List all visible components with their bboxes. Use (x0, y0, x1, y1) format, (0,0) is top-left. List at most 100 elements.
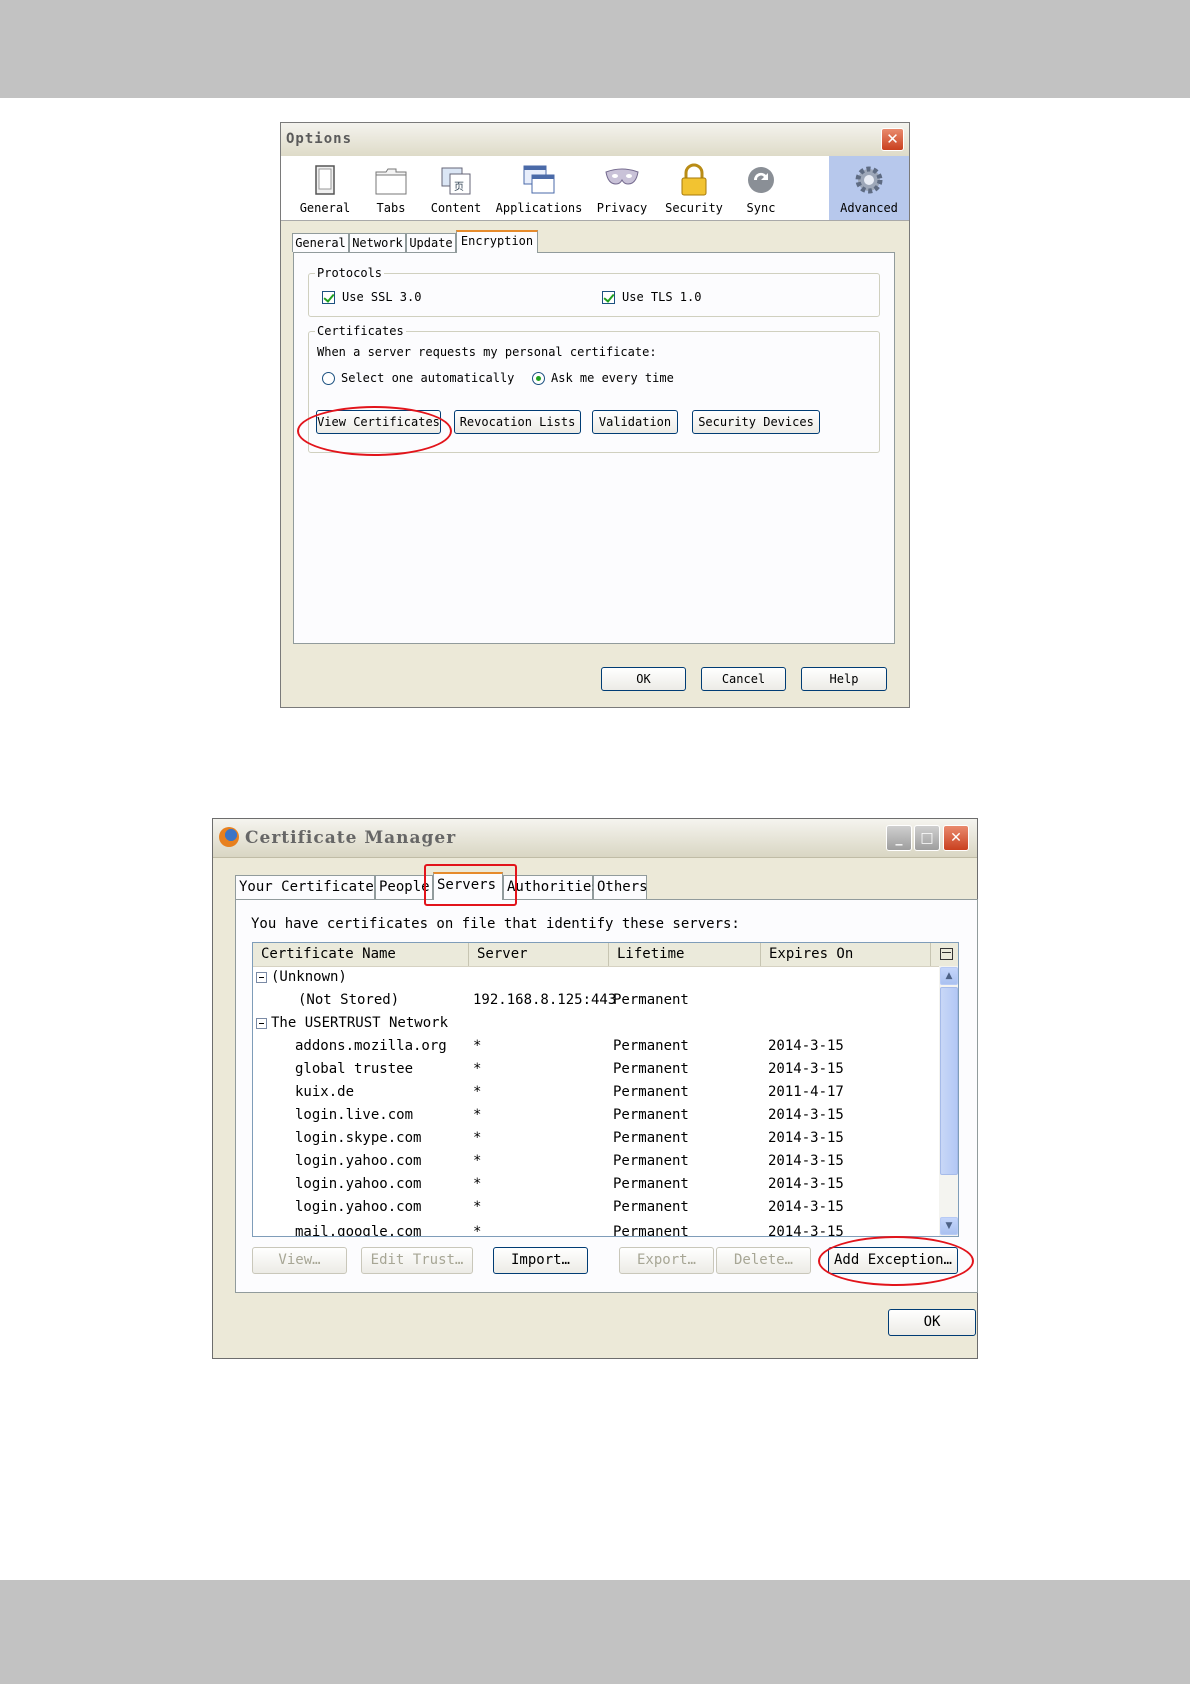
delete-button[interactable]: Delete… (716, 1247, 811, 1274)
panel-general[interactable]: General (289, 156, 361, 220)
help-button[interactable]: Help (801, 667, 887, 691)
sync-icon (748, 167, 774, 193)
group-row-usertrust[interactable]: The USERTRUST Network (253, 1012, 941, 1035)
revocation-lists-button[interactable]: Revocation Lists (454, 410, 581, 434)
page-header-band (0, 0, 1190, 98)
vertical-scrollbar[interactable]: ▲ ▼ (939, 966, 958, 1236)
validation-button[interactable]: Validation (592, 410, 678, 434)
scrollbar-thumb[interactable] (940, 987, 958, 1175)
applications-icon (523, 165, 555, 194)
column-expires-on[interactable]: Expires On (761, 943, 931, 966)
options-title: Options (286, 131, 353, 147)
minimize-icon[interactable]: _ (886, 825, 912, 851)
server-cell: * (473, 1130, 482, 1146)
table-row[interactable]: login.yahoo.com * Permanent 2014-3-15 (253, 1150, 941, 1173)
edit-trust-button[interactable]: Edit Trust… (361, 1247, 473, 1274)
ok-button[interactable]: OK (601, 667, 686, 691)
servers-description: You have certificates on file that ident… (251, 916, 740, 932)
server-cell: * (473, 1107, 482, 1123)
subtab-encryption[interactable]: Encryption (456, 230, 538, 253)
table-row[interactable]: global trustee * Permanent 2014-3-15 (253, 1058, 941, 1081)
panel-security[interactable]: Security (657, 156, 731, 220)
server-cell: * (473, 1153, 482, 1169)
panel-tabs[interactable]: Tabs (361, 156, 421, 220)
tab-your-certificates[interactable]: Your Certificates (235, 875, 382, 899)
tab-others[interactable]: Others (593, 875, 648, 899)
view-button[interactable]: View… (252, 1247, 347, 1274)
ask-every-time-label: Ask me every time (551, 371, 674, 385)
cert-name-cell: login.yahoo.com (295, 1199, 422, 1215)
expires-cell: 2014-3-15 (768, 1107, 844, 1123)
table-row[interactable]: mail.google.com * Permanent 2014-3-15 (253, 1221, 941, 1237)
panel-label: Advanced (840, 201, 898, 215)
lifetime-cell: Permanent (613, 1199, 689, 1215)
table-row[interactable]: login.yahoo.com * Permanent 2014-3-15 (253, 1196, 941, 1219)
expires-cell: 2011-4-17 (768, 1084, 844, 1100)
panel-label: Security (665, 201, 723, 215)
column-server[interactable]: Server (469, 943, 609, 966)
select-automatically-radio[interactable] (322, 372, 335, 385)
panel-label: Sync (746, 201, 776, 215)
ssl-label: Use SSL 3.0 (342, 290, 422, 304)
expires-cell: 2014-3-15 (768, 1130, 844, 1146)
server-certificates-tree[interactable]: Certificate Name Server Lifetime Expires… (252, 942, 959, 1237)
security-devices-button[interactable]: Security Devices (692, 410, 820, 434)
panel-content[interactable]: 页 Content (421, 156, 491, 220)
expires-cell: 2014-3-15 (768, 1038, 844, 1054)
cert-name-cell: login.yahoo.com (295, 1176, 422, 1192)
collapse-icon[interactable] (256, 1018, 267, 1029)
cert-request-prompt: When a server requests my personal certi… (317, 345, 657, 359)
column-certificate-name[interactable]: Certificate Name (253, 943, 469, 966)
tabs-icon (375, 168, 407, 195)
table-row[interactable]: login.skype.com * Permanent 2014-3-15 (253, 1127, 941, 1150)
security-icon (681, 163, 707, 196)
ok-button[interactable]: OK (888, 1309, 976, 1336)
tls-checkbox[interactable] (602, 291, 615, 304)
general-icon (315, 165, 335, 195)
scroll-up-icon[interactable]: ▲ (940, 967, 958, 985)
maximize-icon[interactable]: □ (914, 825, 940, 851)
server-cell: * (473, 1176, 482, 1192)
table-row[interactable]: addons.mozilla.org * Permanent 2014-3-15 (253, 1035, 941, 1058)
add-exception-highlight (818, 1236, 974, 1286)
panel-applications[interactable]: Applications (491, 156, 587, 220)
server-cell: * (473, 1061, 482, 1077)
panel-sync[interactable]: Sync (731, 156, 791, 220)
cert-manager-titlebar: Certificate Manager _ □ ✕ (213, 819, 977, 858)
group-row-unknown[interactable]: (Unknown) (253, 966, 941, 989)
close-icon[interactable]: ✕ (881, 128, 904, 151)
panel-advanced[interactable]: Advanced (829, 156, 909, 220)
import-button[interactable]: Import… (493, 1247, 588, 1274)
subtab-general[interactable]: General (292, 233, 349, 252)
ssl-checkbox[interactable] (322, 291, 335, 304)
firefox-icon (219, 827, 239, 847)
group-name: (Unknown) (271, 969, 347, 985)
panel-label: Tabs (376, 201, 406, 215)
cancel-button[interactable]: Cancel (701, 667, 786, 691)
lifetime-cell: Permanent (613, 1224, 689, 1237)
panel-privacy[interactable]: Privacy (587, 156, 657, 220)
close-icon[interactable]: ✕ (943, 825, 969, 851)
panel-label: General (299, 201, 351, 215)
ask-every-time-radio[interactable] (532, 372, 545, 385)
table-row[interactable]: (Not Stored) 192.168.8.125:443 Permanent (253, 989, 941, 1012)
collapse-icon[interactable] (256, 972, 267, 983)
content-icon: 页 (441, 167, 471, 195)
table-row[interactable]: kuix.de * Permanent 2011-4-17 (253, 1081, 941, 1104)
privacy-icon (605, 168, 639, 185)
table-row[interactable]: login.live.com * Permanent 2014-3-15 (253, 1104, 941, 1127)
subtab-update[interactable]: Update (406, 233, 456, 252)
subtab-network[interactable]: Network (349, 233, 406, 252)
column-lifetime[interactable]: Lifetime (609, 943, 761, 966)
column-picker-icon[interactable] (940, 948, 953, 960)
scroll-down-icon[interactable]: ▼ (940, 1217, 958, 1235)
tab-servers[interactable]: Servers (433, 872, 503, 900)
lifetime-cell: Permanent (613, 992, 689, 1008)
lifetime-cell: Permanent (613, 1084, 689, 1100)
panel-label: Content (430, 201, 482, 215)
table-row[interactable]: login.yahoo.com * Permanent 2014-3-15 (253, 1173, 941, 1196)
cert-name-cell: (Not Stored) (298, 992, 400, 1008)
lifetime-cell: Permanent (613, 1038, 689, 1054)
server-cell: 192.168.8.125:443 (473, 992, 617, 1008)
export-button[interactable]: Export… (619, 1247, 714, 1274)
